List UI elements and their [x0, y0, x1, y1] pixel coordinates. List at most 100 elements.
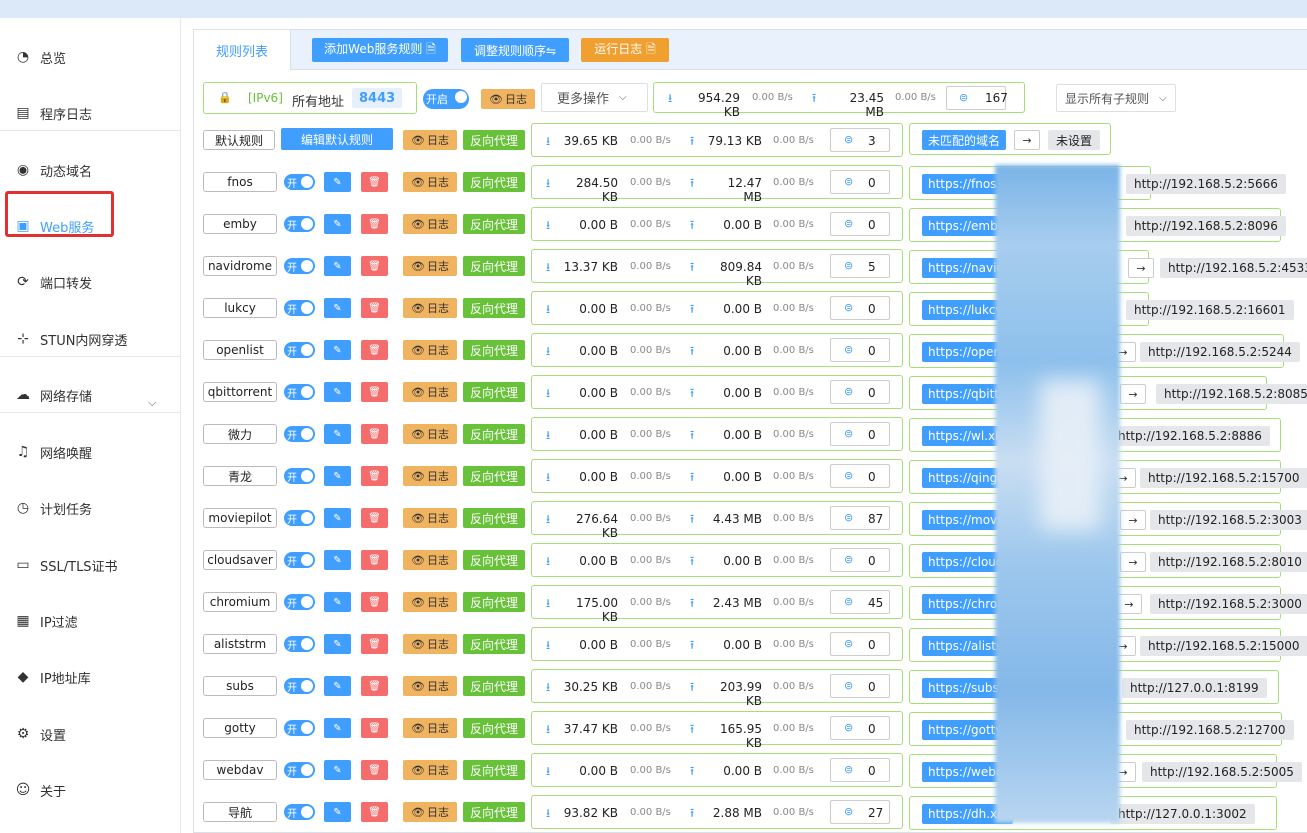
delete-icon[interactable]: 🗑: [361, 256, 388, 276]
rule-toggle[interactable]: 开: [284, 174, 315, 190]
rule-target[interactable]: http://192.168.5.2:8010: [1150, 552, 1307, 572]
log-button[interactable]: 👁 日志: [403, 592, 457, 612]
sidebar-item-4[interactable]: ⟳ 端口转发: [0, 271, 181, 293]
rule-toggle[interactable]: 开: [284, 762, 315, 778]
delete-icon[interactable]: 🗑: [361, 634, 388, 654]
log-button[interactable]: 👁 日志: [403, 508, 457, 528]
edit-icon[interactable]: ✎: [324, 802, 351, 822]
rule-toggle[interactable]: 开: [284, 804, 315, 820]
sidebar-item-12[interactable]: ⚙ 设置: [0, 723, 181, 745]
rule-target[interactable]: http://192.168.5.2:8886: [1110, 426, 1270, 446]
sidebar-item-8[interactable]: ◷ 计划任务: [0, 497, 181, 519]
edit-icon[interactable]: ✎: [324, 424, 351, 444]
edit-icon[interactable]: ✎: [324, 508, 351, 528]
rule-toggle[interactable]: 开: [284, 678, 315, 694]
listener-toggle[interactable]: 开启: [423, 89, 469, 109]
log-button[interactable]: 👁 日志: [403, 550, 457, 570]
rule-toggle[interactable]: 开: [284, 636, 315, 652]
log-button[interactable]: 👁 日志: [403, 466, 457, 486]
edit-icon[interactable]: ✎: [324, 592, 351, 612]
rule-target[interactable]: http://192.168.5.2:15000: [1140, 636, 1307, 656]
edit-icon[interactable]: ✎: [324, 340, 351, 360]
rule-toggle[interactable]: 开: [284, 258, 315, 274]
sidebar-item-9[interactable]: ▭ SSL/TLS证书: [0, 554, 181, 576]
sidebar-item-1[interactable]: ▤ 程序日志: [0, 102, 181, 124]
delete-icon[interactable]: 🗑: [361, 382, 388, 402]
sidebar-item-7[interactable]: ♫ 网络唤醒: [0, 441, 181, 463]
rule-toggle[interactable]: 开: [284, 342, 315, 358]
log-button[interactable]: 👁 日志: [403, 256, 457, 276]
sidebar-item-0[interactable]: ◔ 总览: [0, 46, 181, 68]
rule-toggle[interactable]: 开: [284, 426, 315, 442]
rule-target[interactable]: http://192.168.5.2:5666: [1126, 174, 1286, 194]
log-button[interactable]: 👁 日志: [403, 760, 457, 780]
delete-icon[interactable]: 🗑: [361, 214, 388, 234]
sidebar-item-11[interactable]: ◆ IP地址库: [0, 666, 181, 688]
more-actions-dropdown[interactable]: 更多操作 ⌵: [541, 83, 648, 112]
add-web-rule-button[interactable]: 添加Web服务规则 🗎: [312, 38, 448, 62]
edit-icon[interactable]: ✎: [324, 298, 351, 318]
sidebar-item-2[interactable]: ◉ 动态域名: [0, 159, 181, 181]
sidebar-item-5[interactable]: ⊹ STUN内网穿透: [0, 328, 181, 350]
edit-icon[interactable]: ✎: [324, 634, 351, 654]
log-button[interactable]: 👁 日志: [403, 634, 457, 654]
tab-rule-list[interactable]: 规则列表: [194, 30, 291, 70]
reorder-rules-button[interactable]: 调整规则顺序⇋: [461, 38, 569, 62]
rule-toggle[interactable]: 开: [284, 594, 315, 610]
edit-default-rule-button[interactable]: 编辑默认规则: [281, 128, 393, 150]
log-button[interactable]: 👁 日志: [403, 802, 457, 822]
delete-icon[interactable]: 🗑: [361, 424, 388, 444]
rule-target[interactable]: http://192.168.5.2:16601: [1126, 300, 1294, 320]
log-button[interactable]: 👁 日志: [403, 718, 457, 738]
domain-tag[interactable]: https://movi: [922, 510, 1007, 530]
delete-icon[interactable]: 🗑: [361, 508, 388, 528]
delete-icon[interactable]: 🗑: [361, 172, 388, 192]
domain-tag[interactable]: https://qingl: [922, 468, 1007, 488]
delete-icon[interactable]: 🗑: [361, 466, 388, 486]
rule-target[interactable]: http://127.0.0.1:3002: [1110, 804, 1255, 824]
delete-icon[interactable]: 🗑: [361, 298, 388, 318]
rule-toggle[interactable]: 开: [284, 384, 315, 400]
sidebar-item-13[interactable]: ☺ 关于: [0, 779, 181, 801]
edit-icon[interactable]: ✎: [324, 214, 351, 234]
delete-icon[interactable]: 🗑: [361, 760, 388, 780]
edit-icon[interactable]: ✎: [324, 466, 351, 486]
rule-target[interactable]: http://192.168.5.2:5005: [1142, 762, 1302, 782]
edit-icon[interactable]: ✎: [324, 550, 351, 570]
edit-icon[interactable]: ✎: [324, 382, 351, 402]
listener-log-button[interactable]: 👁 日志: [481, 89, 535, 109]
domain-tag[interactable]: https://qbitt: [922, 384, 1005, 404]
delete-icon[interactable]: 🗑: [361, 676, 388, 696]
edit-icon[interactable]: ✎: [324, 718, 351, 738]
rule-target[interactable]: http://192.168.5.2:3000: [1150, 594, 1307, 614]
sidebar-item-10[interactable]: ▦ IP过滤: [0, 610, 181, 632]
rule-target[interactable]: http://192.168.5.2:12700: [1126, 720, 1294, 740]
log-button[interactable]: 👁 日志: [403, 382, 457, 402]
rule-toggle[interactable]: 开: [284, 552, 315, 568]
rule-toggle[interactable]: 开: [284, 720, 315, 736]
run-log-button[interactable]: 运行日志 🗎: [581, 38, 669, 62]
log-button[interactable]: 👁 日志: [403, 172, 457, 192]
log-button[interactable]: 👁 日志: [403, 676, 457, 696]
rule-target[interactable]: http://192.168.5.2:4533: [1160, 258, 1307, 278]
log-button[interactable]: 👁 日志: [403, 298, 457, 318]
rule-target[interactable]: http://192.168.5.2:15700: [1140, 468, 1307, 488]
rule-target[interactable]: http://192.168.5.2:8085: [1156, 384, 1307, 404]
log-button[interactable]: 👁 日志: [403, 130, 457, 150]
delete-icon[interactable]: 🗑: [361, 550, 388, 570]
delete-icon[interactable]: 🗑: [361, 802, 388, 822]
rule-toggle[interactable]: 开: [284, 468, 315, 484]
edit-icon[interactable]: ✎: [324, 172, 351, 192]
log-button[interactable]: 👁 日志: [403, 214, 457, 234]
edit-icon[interactable]: ✎: [324, 760, 351, 780]
rule-target[interactable]: http://192.168.5.2:3003: [1150, 510, 1307, 530]
log-button[interactable]: 👁 日志: [403, 340, 457, 360]
log-button[interactable]: 👁 日志: [403, 424, 457, 444]
rule-target[interactable]: http://192.168.5.2:5244: [1140, 342, 1300, 362]
delete-icon[interactable]: 🗑: [361, 592, 388, 612]
rule-toggle[interactable]: 开: [284, 510, 315, 526]
edit-icon[interactable]: ✎: [324, 256, 351, 276]
rule-target[interactable]: http://192.168.5.2:8096: [1126, 216, 1286, 236]
rule-toggle[interactable]: 开: [284, 300, 315, 316]
delete-icon[interactable]: 🗑: [361, 718, 388, 738]
